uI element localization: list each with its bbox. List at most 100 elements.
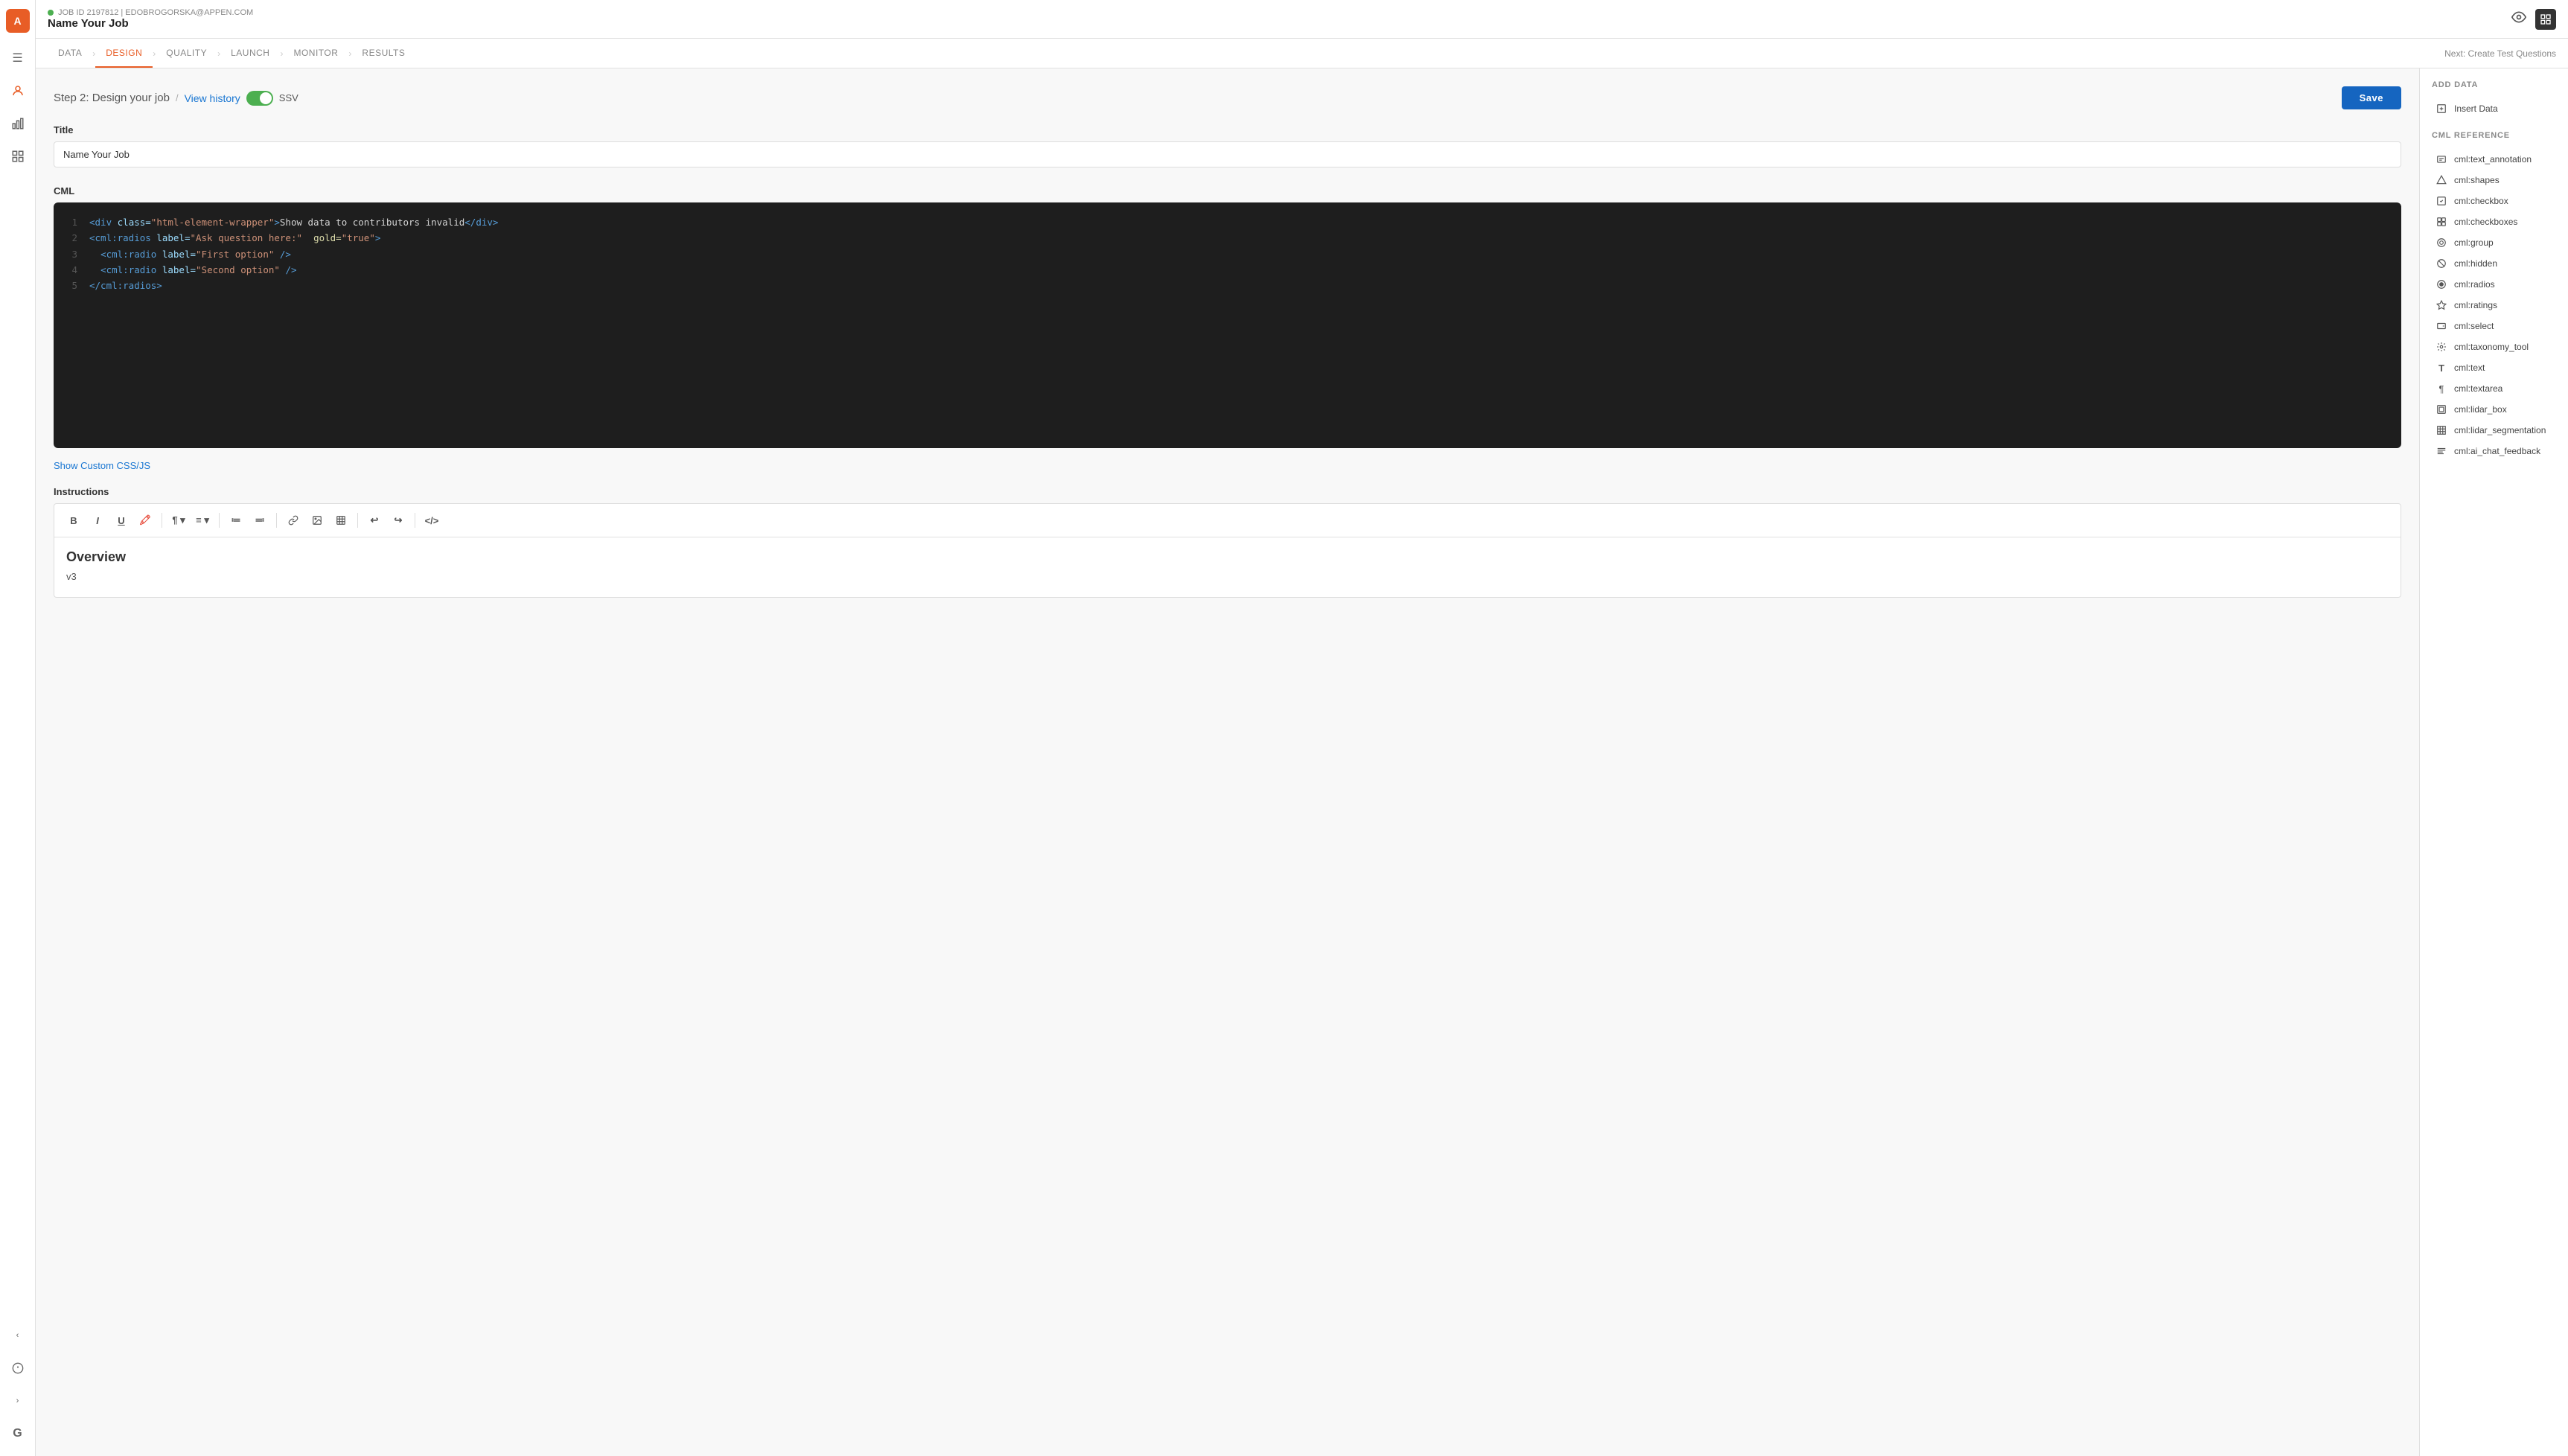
- toolbar-paragraph[interactable]: ¶ ▾: [168, 510, 189, 531]
- job-meta-text: JOB ID 2197812 | EDOBROGORSKA@APPEN.COM: [58, 8, 253, 17]
- panel-item-select[interactable]: cml:select: [2432, 316, 2556, 336]
- insert-data-label: Insert Data: [2454, 103, 2498, 114]
- panel-item-taxonomy-tool[interactable]: cml:taxonomy_tool: [2432, 336, 2556, 357]
- toolbar-table[interactable]: [330, 510, 351, 531]
- panel-item-hidden[interactable]: cml:hidden: [2432, 253, 2556, 274]
- panel-item-ratings[interactable]: cml:ratings: [2432, 295, 2556, 316]
- tab-monitor[interactable]: MONITOR: [283, 39, 348, 68]
- code-line-1: 1 <div class="html-element-wrapper">Show…: [66, 214, 2389, 230]
- code-content-3: <cml:radio label="First option" />: [89, 246, 2389, 262]
- sidebar-g-icon[interactable]: G: [4, 1420, 31, 1447]
- eye-icon[interactable]: [2511, 10, 2526, 28]
- job-title: Name Your Job: [48, 17, 253, 30]
- panel-item-text[interactable]: T cml:text: [2432, 357, 2556, 378]
- checkbox-icon: [2435, 194, 2448, 208]
- instructions-label: Instructions: [54, 486, 2401, 497]
- title-input[interactable]: [54, 141, 2401, 167]
- line-num-4: 4: [66, 262, 77, 278]
- taxonomy-tool-icon: [2435, 340, 2448, 354]
- sidebar-collapse-right[interactable]: ›: [4, 1388, 31, 1414]
- code-line-2: 2 <cml:radios label="Ask question here:"…: [66, 230, 2389, 246]
- code-editor[interactable]: 1 <div class="html-element-wrapper">Show…: [54, 202, 2401, 448]
- panel-item-lidar-seg[interactable]: cml:lidar_segmentation: [2432, 420, 2556, 441]
- taxonomy-tool-label: cml:taxonomy_tool: [2454, 342, 2529, 352]
- sidebar-collapse-left[interactable]: ‹: [4, 1322, 31, 1349]
- tab-launch[interactable]: LAUNCH: [220, 39, 280, 68]
- topbar: JOB ID 2197812 | EDOBROGORSKA@APPEN.COM …: [36, 0, 2568, 39]
- toolbar-undo[interactable]: ↩: [364, 510, 385, 531]
- editor-content[interactable]: Overview v3: [54, 537, 2401, 597]
- select-label: cml:select: [2454, 321, 2494, 331]
- sidebar-info-icon[interactable]: [4, 1355, 31, 1382]
- title-section: Title: [54, 124, 2401, 167]
- group-icon: [2435, 236, 2448, 249]
- line-num-1: 1: [66, 214, 77, 230]
- ssv-toggle[interactable]: [246, 91, 273, 106]
- text-label: cml:text: [2454, 363, 2485, 373]
- custom-css-link[interactable]: Show Custom CSS/JS: [54, 460, 150, 471]
- toolbar-link[interactable]: [283, 510, 304, 531]
- avatar[interactable]: [2535, 9, 2556, 30]
- line-num-2: 2: [66, 230, 77, 246]
- ai-chat-icon: [2435, 444, 2448, 458]
- ratings-icon: [2435, 298, 2448, 312]
- toolbar-sep-4: [357, 513, 358, 528]
- toolbar-align[interactable]: ≡ ▾: [192, 510, 213, 531]
- code-content-4: <cml:radio label="Second option" />: [89, 262, 2389, 278]
- panel-item-ai-chat[interactable]: cml:ai_chat_feedback: [2432, 441, 2556, 462]
- panel-item-shapes[interactable]: cml:shapes: [2432, 170, 2556, 191]
- radios-label: cml:radios: [2454, 279, 2495, 290]
- view-history-link[interactable]: View history: [185, 92, 240, 104]
- toolbar-bold[interactable]: B: [63, 510, 84, 531]
- step-header-left: Step 2: Design your job / View history S…: [54, 91, 298, 106]
- toolbar-highlight[interactable]: 🖍: [135, 510, 156, 531]
- tab-data[interactable]: DATA: [48, 39, 92, 68]
- shapes-icon: [2435, 173, 2448, 187]
- panel-item-textarea[interactable]: ¶ cml:textarea: [2432, 378, 2556, 399]
- ai-chat-label: cml:ai_chat_feedback: [2454, 446, 2540, 456]
- sidebar-menu-icon[interactable]: ☰: [4, 45, 31, 71]
- sidebar: A ☰ ‹ › G: [0, 0, 36, 1456]
- center-panel: Step 2: Design your job / View history S…: [36, 68, 2419, 1456]
- editor-heading: Overview: [66, 549, 2389, 565]
- lidar-box-label: cml:lidar_box: [2454, 404, 2507, 415]
- save-button[interactable]: Save: [2342, 86, 2401, 109]
- step-header: Step 2: Design your job / View history S…: [54, 86, 2401, 109]
- panel-item-checkboxes[interactable]: cml:checkboxes: [2432, 211, 2556, 232]
- panel-item-text-annotation[interactable]: cml:text_annotation: [2432, 149, 2556, 170]
- text-annotation-label: cml:text_annotation: [2454, 154, 2532, 165]
- tab-design[interactable]: DESIGN: [95, 39, 153, 68]
- tab-results[interactable]: RESULTS: [351, 39, 415, 68]
- sidebar-chart-icon[interactable]: [4, 110, 31, 137]
- add-data-title: ADD DATA: [2432, 80, 2556, 89]
- toolbar-code[interactable]: </>: [421, 510, 442, 531]
- ssv-label: SSV: [279, 92, 298, 103]
- panel-item-insert-data[interactable]: Insert Data: [2432, 98, 2556, 119]
- toolbar-image[interactable]: [307, 510, 328, 531]
- insert-data-icon: [2435, 102, 2448, 115]
- code-line-5: 5 </cml:radios>: [66, 278, 2389, 293]
- hidden-label: cml:hidden: [2454, 258, 2497, 269]
- toolbar-ordered-list[interactable]: ≔: [226, 510, 246, 531]
- code-line-3: 3 <cml:radio label="First option" />: [66, 246, 2389, 262]
- tab-quality[interactable]: QUALITY: [156, 39, 217, 68]
- toolbar-unordered-list[interactable]: ≕: [249, 510, 270, 531]
- topbar-right: [2511, 9, 2556, 30]
- status-dot: [48, 10, 54, 16]
- panel-item-lidar-box[interactable]: cml:lidar_box: [2432, 399, 2556, 420]
- panel-item-radios[interactable]: cml:radios: [2432, 274, 2556, 295]
- panel-item-checkbox[interactable]: cml:checkbox: [2432, 191, 2556, 211]
- toolbar-underline[interactable]: U: [111, 510, 132, 531]
- ratings-label: cml:ratings: [2454, 300, 2497, 310]
- app-logo[interactable]: A: [6, 9, 30, 33]
- toolbar-redo[interactable]: ↪: [388, 510, 409, 531]
- nav-tabs: DATA › DESIGN › QUALITY › LAUNCH › MONIT…: [36, 39, 2568, 68]
- sidebar-grid-icon[interactable]: [4, 143, 31, 170]
- instructions-editor: B I U 🖍 ¶ ▾ ≡ ▾ ≔ ≕: [54, 503, 2401, 598]
- cml-label: CML: [54, 185, 2401, 197]
- sidebar-user-icon[interactable]: [4, 77, 31, 104]
- checkboxes-label: cml:checkboxes: [2454, 217, 2517, 227]
- panel-item-group[interactable]: cml:group: [2432, 232, 2556, 253]
- toolbar-italic[interactable]: I: [87, 510, 108, 531]
- lidar-seg-label: cml:lidar_segmentation: [2454, 425, 2546, 435]
